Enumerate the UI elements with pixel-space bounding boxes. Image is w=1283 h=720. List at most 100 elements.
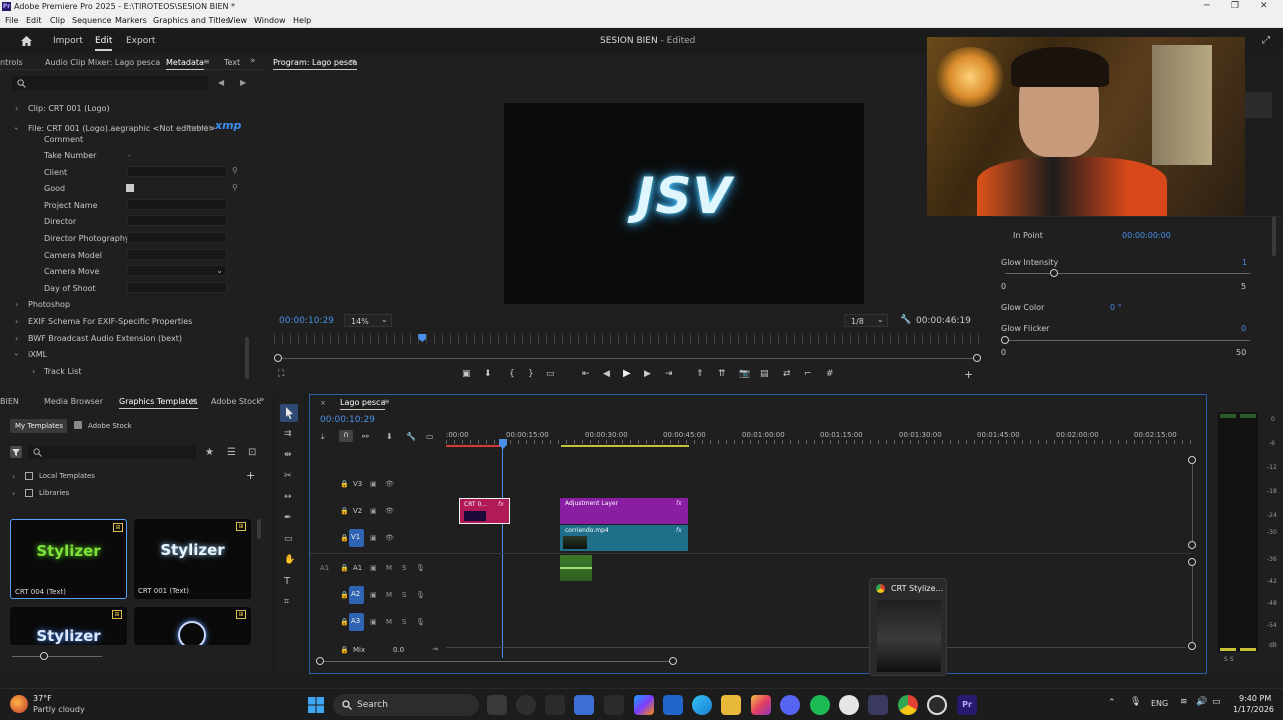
tab-graphics-templates[interactable]: Graphics Templates <box>119 397 198 409</box>
maximize-icon[interactable]: ❐ <box>1231 1 1239 11</box>
audio-vscroll-track[interactable] <box>1192 562 1193 646</box>
link-icon[interactable]: ⚲ <box>232 183 238 192</box>
compare-icon[interactable]: ▤ <box>760 369 769 379</box>
thumbnail-size-track[interactable] <box>12 656 102 657</box>
app-icon[interactable] <box>868 695 888 715</box>
menu-edit[interactable]: Edit <box>26 16 42 25</box>
home-icon[interactable] <box>20 35 33 47</box>
tab-text[interactable]: Text <box>224 58 240 67</box>
selection-tool[interactable] <box>280 404 298 422</box>
ripple-edit-tool[interactable]: ⇹ <box>284 450 292 460</box>
prev-arrow-icon[interactable]: ◀ <box>218 78 224 87</box>
next-arrow-icon[interactable]: ▶ <box>240 78 246 87</box>
minimize-icon[interactable]: ─ <box>1204 1 1209 11</box>
extract-icon[interactable]: ⇈ <box>718 369 726 379</box>
glow-intensity-value[interactable]: 1 <box>1242 258 1247 267</box>
edit-tab[interactable]: Edit <box>95 36 113 51</box>
microphone-icon[interactable]: 🎙 <box>1130 697 1141 707</box>
store-icon[interactable] <box>574 695 594 715</box>
good-checkbox[interactable] <box>126 184 134 192</box>
menu-help[interactable]: Help <box>293 16 311 25</box>
go-to-in-icon[interactable]: ⇤ <box>582 369 590 379</box>
hscroll-handle-right[interactable] <box>669 657 677 665</box>
menu-clip[interactable]: Clip <box>50 16 65 25</box>
panel-menu-icon[interactable]: ≡ <box>349 57 356 66</box>
edge-icon[interactable] <box>692 695 712 715</box>
local-templates-checkbox[interactable] <box>25 472 33 480</box>
language-indicator[interactable]: ENG <box>1151 699 1168 708</box>
section-track-list[interactable]: Track List <box>44 367 81 376</box>
mark-in-icon[interactable]: { <box>509 369 515 379</box>
filter-icon[interactable] <box>10 446 22 458</box>
captions-icon[interactable]: ▭ <box>426 432 434 441</box>
weather-icon[interactable] <box>10 695 28 713</box>
program-monitor-title[interactable]: Program: Lago pesca <box>273 58 358 70</box>
go-to-out-icon[interactable]: ⇥ <box>665 369 673 379</box>
scroll-handle-left[interactable] <box>274 354 282 362</box>
source-patch-a2[interactable]: A2 <box>349 586 364 604</box>
track-label-v3[interactable]: V3 <box>353 480 362 488</box>
lock-icon[interactable]: 🔒 <box>340 646 349 654</box>
type-tool[interactable]: T <box>284 576 290 587</box>
app-icon[interactable] <box>545 695 565 715</box>
timeline-ruler[interactable]: :00:00 00:00:15:00 00:00:30:00 00:00:45:… <box>446 429 1191 449</box>
lock-icon[interactable]: 🔒 <box>340 507 349 515</box>
panel-menu-icon[interactable]: ≡ <box>203 57 210 66</box>
section-exif[interactable]: EXIF Schema For EXIF-Specific Properties <box>28 317 192 326</box>
program-ruler[interactable] <box>274 334 980 344</box>
take-number-value[interactable]: - <box>128 151 131 160</box>
clip-corriendo[interactable]: corriendo.mp4 fx <box>560 525 688 551</box>
tab-effect-controls[interactable]: ntrols <box>0 58 23 67</box>
export-tab[interactable]: Export <box>126 36 155 46</box>
toggle-sync-icon[interactable]: ▣ <box>370 534 377 542</box>
metadata-search-input[interactable] <box>12 76 208 90</box>
microphone-icon[interactable]: 🎙 <box>416 591 425 599</box>
add-button-icon[interactable]: + <box>964 368 973 381</box>
tab-audio-clip-mixer[interactable]: Audio Clip Mixer: Lago pesca <box>45 58 160 67</box>
client-field[interactable] <box>127 166 227 177</box>
tree-local-templates[interactable]: Local Templates <box>39 472 95 480</box>
discord-icon[interactable] <box>780 695 800 715</box>
add-marker-icon[interactable]: ⬇ <box>386 432 393 441</box>
chevron-up-icon[interactable]: ⌃ <box>1108 698 1116 708</box>
section-bwf[interactable]: BWF Broadcast Audio Extension (bext) <box>28 334 182 343</box>
wifi-icon[interactable]: ≋ <box>1180 697 1188 707</box>
project-name-field[interactable] <box>127 199 227 210</box>
expand-chevron-icon[interactable]: › <box>15 334 18 343</box>
eye-icon[interactable]: 👁 <box>385 480 394 488</box>
lock-icon[interactable]: 🔒 <box>340 564 349 572</box>
more-tabs-icon[interactable]: » <box>250 56 256 66</box>
libraries-checkbox[interactable] <box>25 489 33 497</box>
toggle-sync-icon[interactable]: ▣ <box>370 591 377 599</box>
expand-chevron-icon[interactable]: › <box>15 300 18 309</box>
favorite-star-icon[interactable]: ★ <box>205 447 214 458</box>
menu-view[interactable]: View <box>228 16 247 25</box>
taskbar-search-input[interactable]: Search <box>333 694 479 716</box>
template-card-crt001[interactable]: Stylizer ⊞ CRT 001 (Text) <box>134 519 251 599</box>
scroll-handle-right[interactable] <box>973 354 981 362</box>
marker-icon[interactable]: ⬇ <box>484 369 492 379</box>
section-ixml[interactable]: iXML <box>28 350 47 359</box>
template-card-crt004[interactable]: Stylizer ⊞ CRT 004 (Text) <box>10 519 127 599</box>
menu-markers[interactable]: Markers <box>115 16 147 25</box>
razor-tool[interactable]: ✂ <box>284 471 292 481</box>
timeline-hscroll-track[interactable] <box>320 661 675 662</box>
mix-value[interactable]: 0.0 <box>393 646 404 654</box>
template-search-input[interactable] <box>28 446 196 459</box>
microphone-icon[interactable]: 🎙 <box>416 618 425 626</box>
nest-icon[interactable]: ⤓ <box>321 432 325 442</box>
grid-icon[interactable]: # <box>826 369 834 379</box>
collapse-chevron-icon[interactable]: › <box>12 353 21 356</box>
close-icon[interactable]: ✕ <box>1260 1 1268 11</box>
thumbnail-size-slider[interactable] <box>40 652 48 660</box>
director-photography-field[interactable] <box>127 232 227 243</box>
tab-media-browser[interactable]: Media Browser <box>44 397 103 406</box>
weather-desc[interactable]: Partly cloudy <box>33 705 85 714</box>
camera-model-field[interactable] <box>127 249 227 260</box>
linked-selection-icon[interactable]: ⚯ <box>362 432 369 441</box>
pen-tool[interactable]: ✒ <box>284 513 292 523</box>
tab-metadata[interactable]: Metadata <box>166 58 204 70</box>
link-icon[interactable]: ⚲ <box>232 166 238 175</box>
chrome-taskbar-icon[interactable] <box>898 695 918 715</box>
trim-icon[interactable]: ⇄ <box>783 369 791 379</box>
